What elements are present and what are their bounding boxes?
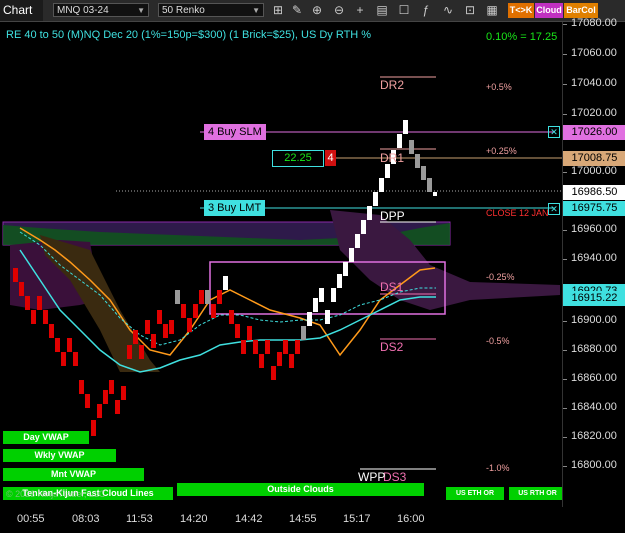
us-rth-or-button[interactable]: US RTH OR <box>509 487 566 500</box>
time-tick: 14:55 <box>289 513 317 525</box>
level-dpp: DPP <box>380 209 405 223</box>
time-tick: 08:03 <box>72 513 100 525</box>
templates-icon[interactable]: ⊡ <box>462 2 478 18</box>
price-tick: 16940.00 <box>563 252 617 264</box>
price-tag-buy-lmt: 16975.75 <box>563 201 625 216</box>
price-tick: 17060.00 <box>563 47 617 59</box>
price-tick: 16860.00 <box>563 372 617 384</box>
tk-toggle-button[interactable]: T<>K <box>508 3 534 18</box>
price-tick: 16840.00 <box>563 401 617 413</box>
outside-clouds-button[interactable]: Outside Clouds <box>177 483 424 496</box>
time-tick: 11:53 <box>126 513 153 525</box>
zoom-out-icon[interactable]: ⊖ <box>331 2 347 18</box>
pct-minus-05: -0.5% <box>486 336 510 346</box>
price-tag-last: 16986.50 <box>563 185 625 200</box>
price-tick: 17080.00 <box>563 17 617 29</box>
data-box-icon[interactable]: ▤ <box>374 2 390 18</box>
strategies-icon[interactable]: ƒ <box>418 2 434 18</box>
pct-plus-025: +0.25% <box>486 146 517 156</box>
chart-title: Chart <box>0 0 43 21</box>
time-tick: 00:55 <box>17 513 45 525</box>
price-axis[interactable]: 17080.00 17060.00 17040.00 17020.00 1700… <box>562 17 625 507</box>
price-tick: 16960.00 <box>563 223 617 235</box>
strategy-header: RE 40 to 50 (M)NQ Dec 20 (1%=150p=$300) … <box>6 29 372 41</box>
level-ds2: DS2 <box>380 340 404 354</box>
indicators-icon[interactable]: ∿ <box>440 2 456 18</box>
crosshair-icon[interactable]: + <box>352 2 368 18</box>
header-right-value: 0.10% = 17.25 <box>486 31 558 43</box>
mnt-vwap-button[interactable]: Mnt VWAP <box>3 468 144 481</box>
chart-plot-area[interactable]: RE 40 to 50 (M)NQ Dec 20 (1%=150p=$300) … <box>0 22 566 507</box>
day-vwap-button[interactable]: Day VWAP <box>3 431 89 444</box>
instrument-selector[interactable]: MNQ 03-24 ▼ <box>53 3 149 17</box>
time-tick: 15:17 <box>343 513 371 525</box>
properties-icon[interactable]: ▦ <box>484 2 500 18</box>
cloud-toggle-button[interactable]: Cloud <box>535 3 563 18</box>
pct-plus-05: +0.5% <box>486 82 512 92</box>
level-ds3: DS3 <box>383 470 407 484</box>
time-axis[interactable]: 00:55 08:03 11:53 14:20 14:42 14:55 15:1… <box>0 507 625 533</box>
pct-minus-025: -0.25% <box>486 272 515 282</box>
instrument-label: MNQ 03-24 <box>57 5 109 16</box>
buy-slm-order[interactable]: 4 Buy SLM <box>204 124 266 140</box>
level-wpp: WPP <box>358 470 386 484</box>
pct-minus-10: -1.0% <box>486 463 510 473</box>
buy-lmt-order[interactable]: 3 Buy LMT <box>204 200 266 216</box>
price-tick: 17020.00 <box>563 107 617 119</box>
cancel-buy-slm-icon[interactable]: ✕ <box>548 126 560 138</box>
price-tick: 16900.00 <box>563 314 617 326</box>
zoom-in-icon[interactable]: ⊕ <box>309 2 325 18</box>
drawing-tool-icon[interactable]: ✎ <box>289 2 305 18</box>
order-qty-box[interactable]: 4 <box>325 150 336 166</box>
price-tick: 17000.00 <box>563 165 617 177</box>
price-tag-order: 17008.75 <box>563 151 625 166</box>
level-ds1: DS1 <box>380 280 404 294</box>
time-tick: 14:20 <box>180 513 208 525</box>
price-tag-buy-slm: 17026.00 <box>563 125 625 140</box>
chart-toolbar: Chart MNQ 03-24 ▼ 50 Renko ▼ ⊞ ✎ ⊕ ⊖ + ▤ ☐… <box>0 0 625 22</box>
wkly-vwap-button[interactable]: Wkly VWAP <box>3 449 116 462</box>
price-tick: 16880.00 <box>563 343 617 355</box>
price-tick: 16820.00 <box>563 430 617 442</box>
price-tick: 16800.00 <box>563 459 617 471</box>
bar-type-selector[interactable]: 50 Renko ▼ <box>158 3 264 17</box>
level-dr2: DR2 <box>380 78 405 92</box>
level-dr1: DR1 <box>380 151 405 165</box>
chart-trader-icon[interactable]: ☐ <box>396 2 412 18</box>
price-tag-cloud2: 16915.22 <box>563 291 625 306</box>
cancel-buy-lmt-icon[interactable]: ✕ <box>548 203 560 215</box>
us-eth-or-button[interactable]: US ETH OR <box>446 487 504 500</box>
time-tick: 16:00 <box>397 513 425 525</box>
chevron-down-icon: ▼ <box>252 6 260 15</box>
order-price-box[interactable]: 22.25 <box>272 150 324 167</box>
bar-type-label: 50 Renko <box>162 5 205 16</box>
bar-style-icon[interactable]: ⊞ <box>270 2 286 18</box>
chevron-down-icon: ▼ <box>137 6 145 15</box>
close-label: CLOSE 12 JAN <box>486 208 549 218</box>
price-tick: 17040.00 <box>563 77 617 89</box>
barcol-toggle-button[interactable]: BarCol <box>564 3 598 18</box>
time-tick: 14:42 <box>235 513 263 525</box>
watermark: © 2023 NinjaTrader, LLC <box>6 489 106 499</box>
